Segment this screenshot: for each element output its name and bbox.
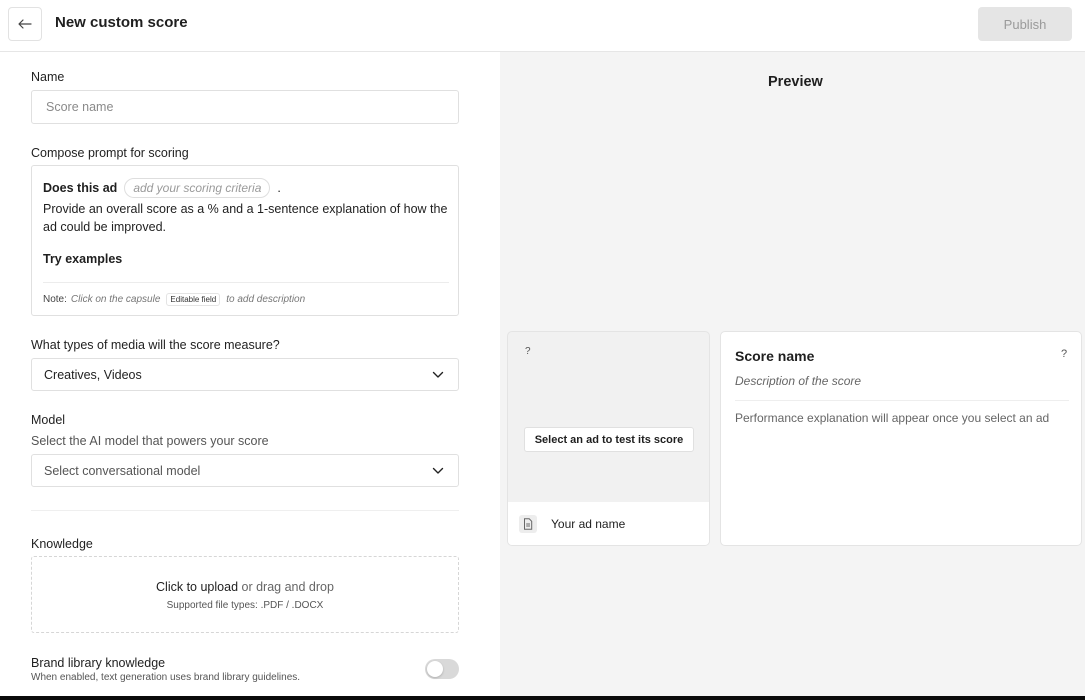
ad-name: Your ad name — [551, 517, 626, 531]
note-prefix: Note: — [43, 294, 67, 305]
name-label: Name — [31, 70, 65, 84]
media-type-value: Creatives, Videos — [44, 367, 142, 382]
ad-help-icon[interactable]: ? — [525, 346, 531, 357]
document-icon — [519, 515, 537, 533]
arrow-left-icon — [18, 19, 32, 29]
toggle-knob — [427, 661, 443, 677]
drag-drop-text: or drag and drop — [241, 580, 334, 594]
performance-explanation: Performance explanation will appear once… — [735, 411, 1050, 425]
model-label: Model — [31, 413, 66, 427]
click-to-upload-link[interactable]: Click to upload — [156, 580, 238, 594]
media-type-select[interactable]: Creatives, Videos — [31, 358, 459, 391]
brand-library-toggle[interactable] — [425, 659, 459, 679]
score-title: Score name — [735, 348, 815, 364]
top-bar: New custom score Publish — [0, 0, 1085, 52]
note-click-text: Click on the capsule — [70, 294, 161, 305]
prompt-note: Note: Click on the capsule Editable fiel… — [43, 293, 305, 306]
ad-card-footer: Your ad name — [508, 502, 709, 545]
score-help-icon[interactable]: ? — [1061, 348, 1067, 360]
brand-library-description: When enabled, text generation uses brand… — [31, 672, 301, 683]
knowledge-label: Knowledge — [31, 537, 93, 551]
score-divider — [735, 400, 1069, 401]
section-divider — [31, 510, 459, 511]
score-name-input[interactable]: Score name — [31, 90, 459, 124]
supported-file-types: Supported file types: .PDF / .DOCX — [166, 600, 324, 611]
note-suffix: to add description — [226, 294, 306, 305]
upload-instructions: Click to upload or drag and drop — [32, 580, 458, 594]
editable-field-tag: Editable field — [166, 293, 221, 306]
ad-preview-card: ? Select an ad to test its score Your ad… — [507, 331, 710, 546]
publish-button[interactable]: Publish — [978, 7, 1072, 41]
chevron-down-icon — [432, 467, 444, 474]
prompt-editor[interactable]: Does this ad add your scoring criteria .… — [31, 165, 459, 316]
chevron-down-icon — [432, 371, 444, 378]
score-description: Description of the score — [735, 374, 862, 388]
file-upload-dropzone[interactable]: Click to upload or drag and drop Support… — [31, 556, 459, 633]
brand-library-title: Brand library knowledge — [31, 656, 166, 670]
model-sublabel: Select the AI model that powers your sco… — [31, 434, 269, 448]
score-preview-card: Score name ? Description of the score Pe… — [720, 331, 1082, 546]
scoring-criteria-capsule[interactable]: add your scoring criteria — [124, 178, 271, 198]
try-examples-link[interactable]: Try examples — [43, 252, 122, 266]
bottom-edge-bar — [0, 696, 1085, 700]
prompt-first-line: Does this ad add your scoring criteria . — [43, 178, 281, 198]
select-ad-button[interactable]: Select an ad to test its score — [524, 427, 694, 452]
prompt-lead: Does this ad — [43, 181, 118, 195]
model-select[interactable]: Select conversational model — [31, 454, 459, 487]
media-label: What types of media will the score measu… — [31, 338, 280, 352]
model-value: Select conversational model — [44, 463, 201, 478]
page-title: New custom score — [55, 14, 188, 31]
prompt-period: . — [277, 181, 281, 195]
prompt-divider — [43, 282, 449, 283]
prompt-label: Compose prompt for scoring — [31, 146, 189, 160]
preview-title: Preview — [768, 74, 823, 90]
prompt-body: Provide an overall score as a % and a 1-… — [43, 202, 448, 234]
preview-panel: Preview ? Select an ad to test its score… — [500, 52, 1085, 700]
back-button[interactable] — [8, 7, 42, 41]
